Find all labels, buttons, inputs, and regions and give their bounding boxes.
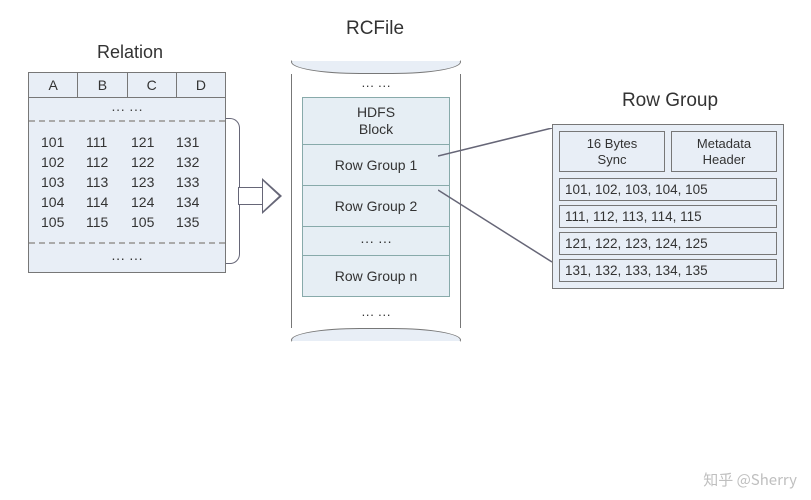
cell: 134 (172, 192, 217, 212)
connector-lines (438, 128, 558, 268)
hdfs-block: HDFS Block Row Group 1 Row Group 2 ··· ·… (302, 97, 450, 297)
col-header: A (29, 73, 78, 97)
rcfile-ellipsis: ··· ··· (292, 76, 460, 95)
cell: 101 (37, 132, 82, 152)
rcfile-title: RCFile (300, 18, 450, 40)
table-row: 102112122132 (37, 152, 217, 172)
column-stripe: 131, 132, 133, 134, 135 (559, 259, 777, 282)
relation-header-row: A B C D (29, 73, 225, 98)
cell: 121 (127, 132, 172, 152)
cell: 105 (127, 212, 172, 232)
cell: 124 (127, 192, 172, 212)
relation-body: 101111121131 102112122132 103113123133 1… (29, 122, 225, 244)
cell: 123 (127, 172, 172, 192)
sync-box: 16 Bytes Sync (559, 131, 665, 172)
relation-title: Relation (60, 42, 200, 63)
metadata-box: Metadata Header (671, 131, 777, 172)
cell: 113 (82, 172, 127, 192)
rcfile-ellipsis: ··· ··· (292, 305, 460, 324)
rowgroup-title: Row Group (580, 90, 760, 112)
col-header: C (128, 73, 177, 97)
cell: 135 (172, 212, 217, 232)
watermark: 知乎 @Sherry (703, 469, 797, 490)
cell: 105 (37, 212, 82, 232)
cell: 114 (82, 192, 127, 212)
col-header: D (177, 73, 225, 97)
row-group-ellipsis: ··· ··· (303, 227, 449, 256)
arrow-icon (238, 178, 282, 214)
cell: 102 (37, 152, 82, 172)
table-row: 103113123133 (37, 172, 217, 192)
col-header: B (78, 73, 127, 97)
cell: 104 (37, 192, 82, 212)
cell: 132 (172, 152, 217, 172)
cell: 133 (172, 172, 217, 192)
table-row: 101111121131 (37, 132, 217, 152)
row-group-cell: Row Group 1 (303, 145, 449, 186)
row-group-cell: Row Group 2 (303, 186, 449, 227)
cylinder-cap-icon (291, 328, 461, 352)
row-group-cell: Row Group n (303, 256, 449, 296)
cell: 111 (82, 132, 127, 152)
relation-table: A B C D ··· ··· 101111121131 10211212213… (28, 72, 226, 273)
cell: 103 (37, 172, 82, 192)
hdfs-block-label: HDFS Block (303, 98, 449, 145)
cell: 122 (127, 152, 172, 172)
cell: 112 (82, 152, 127, 172)
cell: 131 (172, 132, 217, 152)
cell: 115 (82, 212, 127, 232)
cylinder-cap-icon (291, 50, 461, 74)
column-stripe: 121, 122, 123, 124, 125 (559, 232, 777, 255)
column-stripe: 111, 112, 113, 114, 115 (559, 205, 777, 228)
rowgroup-box: 16 Bytes Sync Metadata Header 101, 102, … (552, 124, 784, 289)
table-row: 104114124134 (37, 192, 217, 212)
table-row: 105115105135 (37, 212, 217, 232)
relation-ellipsis: ··· ··· (29, 98, 225, 122)
relation-footer-ellipsis: ··· ··· (29, 244, 225, 272)
column-stripe: 101, 102, 103, 104, 105 (559, 178, 777, 201)
